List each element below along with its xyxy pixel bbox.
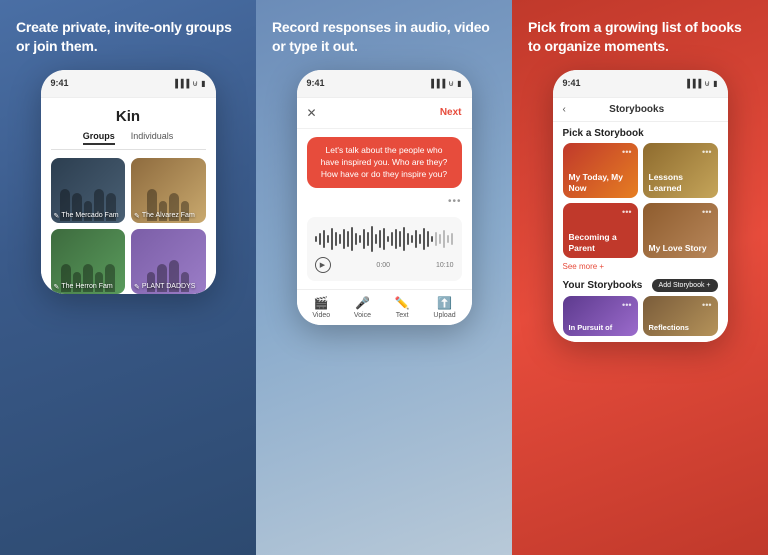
your-card-more-icon-1[interactable]: ••• — [569, 300, 632, 310]
group-label-alvarez: ✎The Alvarez Fam — [134, 212, 195, 220]
wifi-icon-3: ⊍ — [704, 79, 710, 88]
group-card-plant[interactable]: ✎PLANT DADDYS — [131, 229, 206, 294]
your-card-label-1: In Pursuit of — [569, 323, 632, 332]
panel-2-title: Record responses in audio, video or type… — [272, 18, 496, 56]
signal-icon-3: ▐▐▐ — [684, 79, 701, 88]
panel-3-title: Pick from a growing list of books to org… — [528, 18, 752, 56]
wifi-icon: ⊍ — [192, 79, 198, 88]
phone-status-bar-1: 9:41 ▐▐▐ ⊍ ▮ — [41, 70, 216, 98]
voice-icon: 🎤 — [355, 296, 370, 310]
your-storybook-card-1[interactable]: ••• In Pursuit of — [563, 296, 638, 336]
battery-icon: ▮ — [201, 79, 205, 88]
signal-icon: ▐▐▐ — [172, 79, 189, 88]
back-button[interactable]: ‹ — [563, 104, 566, 115]
phone-time-1: 9:41 — [51, 78, 69, 88]
text-icon: ✏️ — [395, 296, 410, 310]
your-storybooks-title: Your Storybooks — [563, 280, 643, 291]
group-card-herron[interactable]: ✎The Herron Fam — [51, 229, 126, 294]
wifi-icon-2: ⊍ — [448, 79, 454, 88]
tool-voice[interactable]: 🎤 Voice — [354, 296, 371, 319]
storybook-card-becoming-parent[interactable]: ••• Becoming a Parent — [563, 203, 638, 258]
more-options-icon[interactable]: ••• — [448, 196, 462, 207]
groups-grid: ✎The Mercado Fam ✎The Alvarez Fam — [51, 158, 206, 294]
next-button[interactable]: Next — [440, 107, 462, 118]
status-icons-2: ▐▐▐ ⊍ ▮ — [428, 79, 461, 88]
card-more-icon-4[interactable]: ••• — [649, 207, 712, 217]
card-more-icon-2[interactable]: ••• — [649, 147, 712, 157]
record-header: ✕ Next — [297, 98, 472, 129]
time-start: 0:00 — [376, 262, 390, 269]
card-more-icon-1[interactable]: ••• — [569, 147, 632, 157]
your-storybooks-row: Your Storybooks Add Storybook + — [553, 275, 728, 296]
tool-video[interactable]: 🎬 Video — [312, 296, 330, 319]
panel-1-title: Create private, invite-only groups or jo… — [16, 18, 240, 56]
tool-video-label: Video — [312, 312, 330, 319]
storybook-card-love-story[interactable]: ••• My Love Story — [643, 203, 718, 258]
tab-groups[interactable]: Groups — [83, 131, 115, 145]
phone-time-2: 9:41 — [307, 78, 325, 88]
storybooks-header: ‹ Storybooks — [553, 98, 728, 122]
pick-storybook-title: Pick a Storybook — [553, 122, 728, 143]
storybook-card-lessons[interactable]: ••• Lessons Learned — [643, 143, 718, 198]
card-more-icon-3[interactable]: ••• — [569, 207, 632, 217]
add-storybook-button[interactable]: Add Storybook + — [652, 279, 718, 292]
tool-text-label: Text — [396, 312, 409, 319]
storybooks-header-title: Storybooks — [609, 104, 664, 115]
play-button[interactable]: ▶ — [315, 257, 331, 273]
waveform-container: ▶ 0:00 10:10 — [307, 217, 462, 281]
close-button[interactable]: ✕ — [307, 106, 317, 120]
panel-record: Record responses in audio, video or type… — [256, 0, 512, 555]
time-end: 10:10 — [436, 262, 454, 269]
card-label-4: My Love Story — [649, 243, 712, 254]
storybook-card-my-today[interactable]: ••• My Today, My Now — [563, 143, 638, 198]
tool-text[interactable]: ✏️ Text — [395, 296, 410, 319]
status-icons-1: ▐▐▐ ⊍ ▮ — [172, 79, 205, 88]
your-card-label-2: Reflections — [649, 323, 712, 332]
audio-waveform — [315, 225, 454, 253]
tool-upload-label: Upload — [433, 312, 455, 319]
tool-upload[interactable]: ⬆️ Upload — [433, 296, 455, 319]
tool-voice-label: Voice — [354, 312, 371, 319]
battery-icon-2: ▮ — [457, 79, 461, 88]
group-label-plant: ✎PLANT DADDYS — [134, 283, 195, 291]
tab-individuals[interactable]: Individuals — [131, 131, 174, 145]
upload-icon: ⬆️ — [437, 296, 452, 310]
storybook-grid: ••• My Today, My Now ••• Lessons Learned… — [553, 143, 728, 258]
record-toolbar: 🎬 Video 🎤 Voice ✏️ Text ⬆️ Upload — [297, 289, 472, 325]
group-label-herron: ✎The Herron Fam — [54, 283, 113, 291]
card-label-1: My Today, My Now — [569, 172, 632, 194]
phone-status-bar-3: 9:41 ▐▐▐ ⊍ ▮ — [553, 70, 728, 98]
your-storybooks-grid: ••• In Pursuit of ••• Reflections — [553, 296, 728, 342]
playback-time-row: ▶ 0:00 10:10 — [315, 257, 454, 273]
video-icon: 🎬 — [314, 296, 329, 310]
phone-content-groups: Kin Groups Individuals ✎The Mercado Fam — [41, 98, 216, 294]
signal-icon-2: ▐▐▐ — [428, 79, 445, 88]
panel-storybooks: Pick from a growing list of books to org… — [512, 0, 768, 555]
app-name: Kin — [51, 108, 206, 125]
your-card-more-icon-2[interactable]: ••• — [649, 300, 712, 310]
phone-content-storybooks: ‹ Storybooks Pick a Storybook ••• My Tod… — [553, 98, 728, 342]
card-label-2: Lessons Learned — [649, 172, 712, 194]
kin-tab-bar: Groups Individuals — [51, 131, 206, 150]
phone-mockup-1: 9:41 ▐▐▐ ⊍ ▮ Kin Groups Individuals — [41, 70, 216, 294]
phone-time-3: 9:41 — [563, 78, 581, 88]
group-card-mercado[interactable]: ✎The Mercado Fam — [51, 158, 126, 223]
status-icons-3: ▐▐▐ ⊍ ▮ — [684, 79, 717, 88]
card-label-3: Becoming a Parent — [569, 232, 632, 254]
panel-groups: Create private, invite-only groups or jo… — [0, 0, 256, 555]
phone-mockup-3: 9:41 ▐▐▐ ⊍ ▮ ‹ Storybooks Pick a Storybo… — [553, 70, 728, 342]
battery-icon-3: ▮ — [713, 79, 717, 88]
group-label-mercado: ✎The Mercado Fam — [54, 212, 119, 220]
your-storybook-card-2[interactable]: ••• Reflections — [643, 296, 718, 336]
group-card-alvarez[interactable]: ✎The Alvarez Fam — [131, 158, 206, 223]
phone-mockup-2: 9:41 ▐▐▐ ⊍ ▮ ✕ Next Let's talk about the… — [297, 70, 472, 326]
phone-content-record: ✕ Next Let's talk about the people who h… — [297, 98, 472, 326]
question-bubble: Let's talk about the people who have ins… — [307, 137, 462, 189]
phone-status-bar-2: 9:41 ▐▐▐ ⊍ ▮ — [297, 70, 472, 98]
see-more-link[interactable]: See more + — [553, 258, 728, 275]
